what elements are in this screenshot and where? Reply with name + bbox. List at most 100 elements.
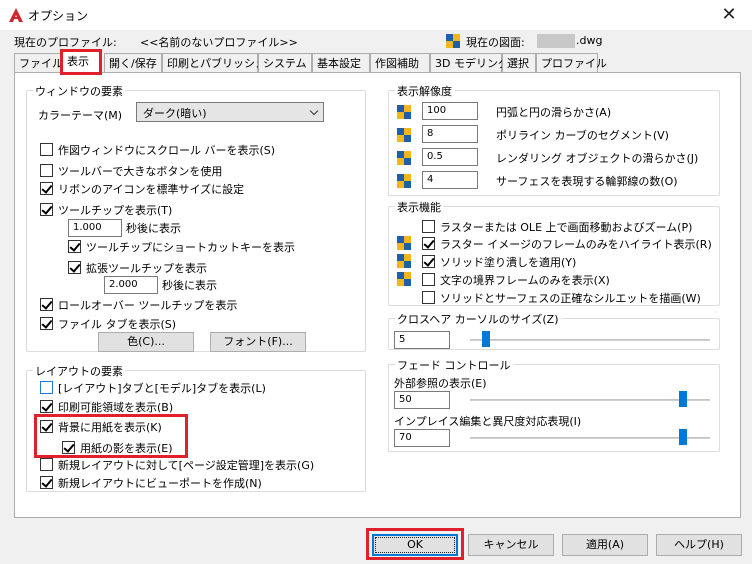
text-boundary-checkbox[interactable]: [422, 273, 435, 286]
contour-lines-label: サーフェスを表現する輪郭線の数(O): [496, 175, 678, 188]
drawing-name-redacted: [537, 34, 575, 48]
layout-elements-title: レイアウトの要素: [33, 363, 125, 379]
scrollbars-label: 作図ウィンドウにスクロール バーを表示(S): [58, 144, 276, 157]
window-elements-title: ウィンドウの要素: [33, 83, 125, 99]
color-theme-value: ダーク(暗い): [143, 107, 207, 120]
extended-delay-suffix: 秒後に表示: [162, 279, 217, 292]
color-theme-select[interactable]: ダーク(暗い): [136, 102, 324, 122]
tab-3d-modeling[interactable]: 3D モデリング: [430, 53, 509, 73]
tab-system[interactable]: システム: [258, 53, 312, 73]
tab-drafting[interactable]: 作図補助: [370, 53, 430, 73]
printable-area-checkbox[interactable]: [40, 400, 53, 413]
tooltip-shortcut-label: ツールチップにショートカットキーを表示: [86, 241, 295, 254]
paper-options-highlight: [34, 414, 188, 458]
show-tooltips-checkbox[interactable]: [40, 203, 53, 216]
tooltip-shortcut-checkbox[interactable]: [68, 240, 81, 253]
tab-plot-publish[interactable]: 印刷とパブリッシュ: [162, 53, 266, 73]
silhouette-checkbox[interactable]: [422, 291, 435, 304]
display-resolution-title: 表示解像度: [395, 83, 454, 99]
display-cube-icon: [397, 128, 411, 142]
silhouette-label: ソリッドとサーフェスの正確なシルエットを描画(W): [440, 292, 701, 305]
solid-fill-label: ソリッド塗り潰しを適用(Y): [440, 256, 577, 269]
cancel-button[interactable]: キャンセル: [468, 534, 554, 556]
page-setup-manager-label: 新規レイアウトに対して[ページ設定管理]を表示(G): [58, 459, 315, 472]
ribbon-icon-size-label: リボンのアイコンを標準サイズに設定: [58, 183, 245, 196]
arc-smoothness-label: 円弧と円の滑らかさ(A): [496, 106, 612, 119]
show-tooltips-label: ツールチップを表示(T): [58, 204, 173, 217]
tab-open-save[interactable]: 開く/保存: [104, 53, 162, 73]
large-buttons-checkbox[interactable]: [40, 164, 53, 177]
help-button[interactable]: ヘルプ(H): [656, 534, 742, 556]
display-cube-icon: [397, 254, 411, 268]
xref-fade-label: 外部参照の表示(E): [394, 377, 487, 390]
apply-button[interactable]: 適用(A): [562, 534, 648, 556]
large-buttons-label: ツールバーで大きなボタンを使用: [58, 165, 223, 178]
tab-profiles[interactable]: プロファイル: [536, 53, 607, 73]
tooltip-delay-input[interactable]: 1.000: [68, 219, 122, 237]
file-tabs-checkbox[interactable]: [40, 317, 53, 330]
current-drawing-value: .dwg: [576, 34, 603, 47]
page-setup-manager-checkbox[interactable]: [40, 458, 53, 471]
contour-lines-input[interactable]: 4: [422, 171, 478, 189]
extended-tooltips-checkbox[interactable]: [68, 261, 81, 274]
raster-frame-highlight-checkbox[interactable]: [422, 237, 435, 250]
drawing-icon: [446, 34, 460, 48]
fade-control-title: フェード コントロール: [395, 357, 513, 373]
display-cube-icon: [397, 236, 411, 250]
arc-smoothness-input[interactable]: 100: [422, 102, 478, 120]
rendering-smoothness-input[interactable]: 0.5: [422, 148, 478, 166]
raster-pan-zoom-label: ラスターまたは OLE 上で画面移動およびズーム(P): [440, 221, 693, 234]
tooltip-delay-suffix: 秒後に表示: [126, 222, 181, 235]
display-cube-icon: [397, 151, 411, 165]
display-cube-icon: [397, 105, 411, 119]
rendering-smoothness-label: レンダリング オブジェクトの滑らかさ(J): [496, 152, 699, 165]
tab-files[interactable]: ファイル: [14, 53, 63, 73]
polyline-segments-label: ポリライン カーブのセグメント(V): [496, 129, 669, 142]
current-profile-value: <<名前のないプロファイル>>: [140, 36, 298, 49]
layout-model-tabs-label: [レイアウト]タブと[モデル]タブを表示(L): [58, 382, 266, 395]
inplace-slider-thumb[interactable]: [678, 429, 687, 445]
create-viewport-label: 新規レイアウトにビューポートを作成(N): [58, 477, 262, 490]
crosshair-title: クロスヘア カーソルのサイズ(Z): [395, 311, 561, 327]
tab-selection[interactable]: 選択: [502, 53, 536, 73]
extended-delay-input[interactable]: 2.000: [104, 276, 158, 294]
window-title: オプション: [28, 9, 89, 23]
current-drawing-label: 現在の図面:: [466, 36, 525, 49]
crosshair-slider-thumb[interactable]: [481, 331, 490, 347]
printable-area-label: 印刷可能領域を表示(B): [58, 401, 174, 414]
rollover-tooltips-label: ロールオーバー ツールチップを表示: [58, 299, 238, 312]
display-cube-icon: [397, 174, 411, 188]
layout-model-tabs-checkbox[interactable]: [40, 381, 53, 394]
inplace-slider-track[interactable]: [470, 437, 710, 439]
ribbon-icon-size-checkbox[interactable]: [40, 182, 53, 195]
rollover-tooltips-checkbox[interactable]: [40, 298, 53, 311]
xref-slider-thumb[interactable]: [678, 391, 687, 407]
color-button[interactable]: 色(C)...: [98, 332, 194, 352]
solid-fill-checkbox[interactable]: [422, 255, 435, 268]
text-boundary-label: 文字の境界フレームのみを表示(X): [440, 274, 610, 287]
raster-pan-zoom-checkbox[interactable]: [422, 220, 435, 233]
polyline-segments-input[interactable]: 8: [422, 125, 478, 143]
crosshair-size-input[interactable]: 5: [394, 331, 450, 349]
xref-fade-input[interactable]: 50: [394, 391, 450, 409]
create-viewport-checkbox[interactable]: [40, 476, 53, 489]
ok-button-highlight: [366, 528, 464, 560]
crosshair-slider-track[interactable]: [470, 339, 710, 341]
display-performance-title: 表示機能: [395, 199, 443, 215]
color-theme-label: カラーテーマ(M): [38, 109, 123, 122]
inplace-fade-input[interactable]: 70: [394, 429, 450, 447]
font-button[interactable]: フォント(F)...: [210, 332, 306, 352]
raster-frame-highlight-label: ラスター イメージのフレームのみをハイライト表示(R): [440, 238, 712, 251]
display-cube-icon: [397, 272, 411, 286]
scrollbars-checkbox[interactable]: [40, 143, 53, 156]
chevron-down-icon: [309, 106, 319, 116]
close-icon[interactable]: ✕: [716, 3, 742, 27]
current-profile-label: 現在のプロファイル:: [14, 36, 117, 49]
display-tab-highlight: [60, 49, 102, 75]
tab-user-preferences[interactable]: 基本設定: [312, 53, 370, 73]
inplace-fade-label: インプレイス編集と異尺度対応表現(I): [394, 415, 582, 428]
extended-tooltips-label: 拡張ツールチップを表示: [86, 262, 207, 275]
autocad-logo-icon: [9, 8, 23, 22]
file-tabs-label: ファイル タブを表示(S): [58, 318, 177, 331]
xref-slider-track[interactable]: [470, 399, 710, 401]
